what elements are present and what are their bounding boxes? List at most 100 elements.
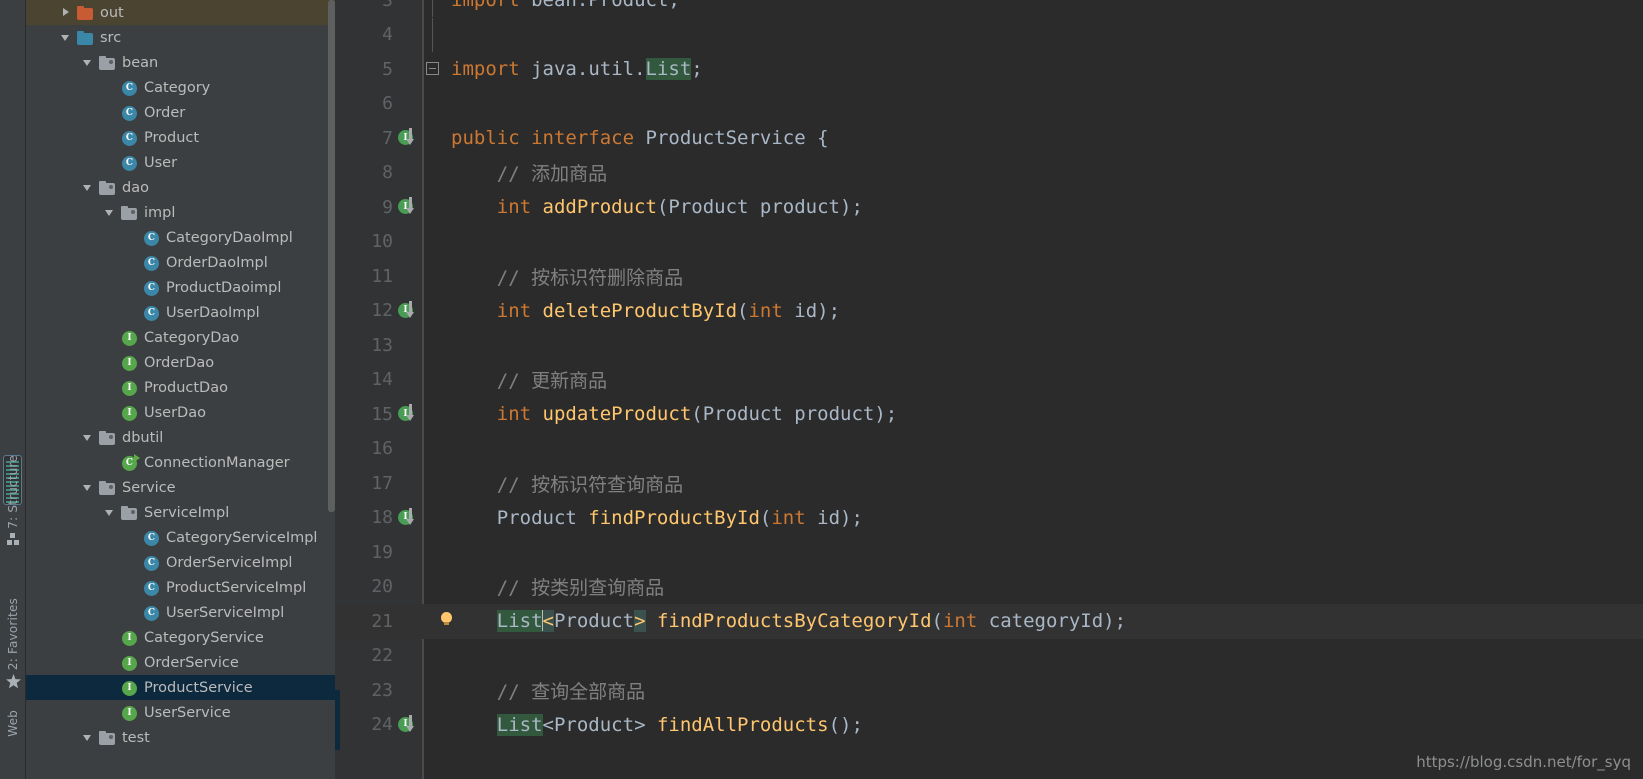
code-line[interactable]: 5 import java.util.List; (335, 52, 1643, 87)
code-line[interactable]: 19 (335, 535, 1643, 570)
code-text[interactable]: // 更新商品 (443, 366, 1643, 393)
code-text[interactable]: public interface ProductService { (443, 127, 1643, 149)
tree-item-serviceimpl[interactable]: ServiceImpl (26, 500, 335, 525)
code-line[interactable]: 6 (335, 87, 1643, 122)
tree-item-categoryserviceimpl[interactable]: C CategoryServiceImpl (26, 525, 335, 550)
code-line[interactable]: 7 Ipublic interface ProductService { (335, 121, 1643, 156)
line-number: 17 (371, 472, 393, 494)
code-text[interactable]: int updateProduct(Product product); (443, 403, 1643, 425)
code-text[interactable]: List<Product> findAllProducts(); (443, 713, 1643, 736)
code-text[interactable]: // 按标识符删除商品 (443, 263, 1643, 290)
tool-window-button-web[interactable]: Web (0, 710, 26, 737)
code-text[interactable]: int addProduct(Product product); (443, 196, 1643, 218)
chevron-down-icon[interactable] (82, 731, 95, 744)
gutter-empty (397, 368, 423, 392)
code-line[interactable]: 13 (335, 328, 1643, 363)
code-line[interactable]: 10 (335, 225, 1643, 260)
code-text[interactable]: // 添加商品 (443, 159, 1643, 186)
fold-collapse-icon[interactable] (423, 52, 443, 86)
intention-bulb-icon[interactable] (441, 612, 452, 626)
tree-item-userdaoimpl[interactable]: C UserDaoImpl (26, 300, 335, 325)
chevron-down-icon[interactable] (82, 56, 95, 69)
code-text[interactable]: // 按类别查询商品 (443, 573, 1643, 600)
implemented-marker-icon[interactable]: I (397, 506, 423, 530)
tree-item-orderserviceimpl[interactable]: C OrderServiceImpl (26, 550, 335, 575)
fold-gutter (423, 501, 443, 535)
fold-region-line[interactable] (423, 0, 443, 18)
code-line[interactable]: 15 I int updateProduct(Product product); (335, 397, 1643, 432)
chevron-down-icon[interactable] (60, 31, 73, 44)
tree-item-categoryservice[interactable]: I CategoryService (26, 625, 335, 650)
chevron-down-icon[interactable] (82, 431, 95, 444)
code-line[interactable]: 9I int addProduct(Product product); (335, 190, 1643, 225)
chevron-down-icon[interactable] (82, 481, 95, 494)
tree-item-productdaoimpl[interactable]: C ProductDaoimpl (26, 275, 335, 300)
tree-item-dbutil[interactable]: dbutil (26, 425, 335, 450)
tree-item-orderdaoimpl[interactable]: C OrderDaoImpl (26, 250, 335, 275)
code-line[interactable]: 22 (335, 639, 1643, 674)
code-text[interactable]: // 查询全部商品 (443, 677, 1643, 704)
code-editor[interactable]: 3 import bean.Product; 4 5 import java.util.… (335, 0, 1643, 779)
tree-item-label: Category (144, 79, 211, 96)
tree-item-user[interactable]: C User (26, 150, 335, 175)
intention-bulb-icon[interactable] (397, 609, 423, 633)
tree-item-dao[interactable]: dao (26, 175, 335, 200)
implemented-marker-icon[interactable]: I (397, 713, 423, 737)
code-text[interactable]: import java.util.List; (443, 58, 1643, 81)
chevron-down-icon[interactable] (82, 181, 95, 194)
tree-item-userserviceimpl[interactable]: C UserServiceImpl (26, 600, 335, 625)
project-tree[interactable]: out src bean C Category C Order C Product C User da… (26, 0, 335, 750)
code-line[interactable]: 20 // 按类别查询商品 (335, 570, 1643, 605)
code-line[interactable]: 4 (335, 17, 1643, 53)
class-icon: C (142, 580, 161, 596)
project-tool-window[interactable]: out src bean C Category C Order C Product C User da… (26, 0, 335, 779)
tree-item-userservice[interactable]: I UserService (26, 700, 335, 725)
implemented-marker-icon[interactable]: I (397, 299, 423, 323)
tree-item-out[interactable]: out (26, 0, 335, 25)
tree-item-product[interactable]: C Product (26, 125, 335, 150)
tree-item-connectionmanager[interactable]: C ConnectionManager (26, 450, 335, 475)
tool-window-button-favorites[interactable]: 2: Favorites (0, 598, 26, 692)
code-lines[interactable]: 3 import bean.Product; 4 5 import java.util.… (335, 0, 1643, 779)
code-line[interactable]: 24 I List<Product> findAllProducts(); (335, 708, 1643, 743)
tree-item-impl[interactable]: impl (26, 200, 335, 225)
tree-item-src[interactable]: src (26, 25, 335, 50)
code-text[interactable]: // 按标识符查询商品 (443, 470, 1643, 497)
tree-item-categorydao[interactable]: I CategoryDao (26, 325, 335, 350)
chevron-right-icon[interactable] (60, 6, 73, 19)
tree-item-categorydaoimpl[interactable]: C CategoryDaoImpl (26, 225, 335, 250)
code-line[interactable]: 14 // 更新商品 (335, 363, 1643, 398)
implemented-marker-icon[interactable]: I (397, 126, 423, 150)
code-text[interactable]: List<Product> findProductsByCategoryId(i… (443, 610, 1643, 633)
code-line[interactable]: 8 // 添加商品 (335, 156, 1643, 191)
code-line[interactable]: 11 // 按标识符删除商品 (335, 259, 1643, 294)
code-line[interactable]: 16 (335, 432, 1643, 467)
tree-item-test[interactable]: test (26, 725, 335, 750)
tree-item-category[interactable]: C Category (26, 75, 335, 100)
code-text[interactable]: import bean.Product; (443, 0, 1643, 11)
code-line[interactable]: 23 // 查询全部商品 (335, 673, 1643, 708)
tree-item-service[interactable]: Service (26, 475, 335, 500)
code-text[interactable]: int deleteProductById(int id); (443, 300, 1643, 322)
tree-item-orderservice[interactable]: I OrderService (26, 650, 335, 675)
tree-item-bean[interactable]: bean (26, 50, 335, 75)
tree-item-label: OrderDaoImpl (166, 254, 268, 271)
tree-item-order[interactable]: C Order (26, 100, 335, 125)
chevron-down-icon[interactable] (104, 206, 117, 219)
tree-item-orderdao[interactable]: I OrderDao (26, 350, 335, 375)
tool-window-button-structure[interactable]: 7: Structure (0, 455, 26, 549)
tree-item-userdao[interactable]: I UserDao (26, 400, 335, 425)
code-text[interactable]: Product findProductById(int id); (443, 507, 1643, 529)
code-line[interactable]: 18 I Product findProductById(int id); (335, 501, 1643, 536)
tree-item-productserviceimpl[interactable]: C ProductServiceImpl (26, 575, 335, 600)
code-line[interactable]: 3 import bean.Product; (335, 0, 1643, 18)
tree-item-productservice[interactable]: I ProductService (26, 675, 335, 700)
project-tree-scrollbar[interactable] (328, 0, 335, 512)
code-line[interactable]: 12 I int deleteProductById(int id); (335, 294, 1643, 329)
tree-item-productdao[interactable]: I ProductDao (26, 375, 335, 400)
code-line[interactable]: 17 // 按标识符查询商品 (335, 466, 1643, 501)
implemented-marker-icon[interactable]: I (397, 402, 423, 426)
code-line[interactable]: 21 List<Product> findProductsByCategoryI… (335, 604, 1643, 639)
chevron-down-icon[interactable] (104, 506, 117, 519)
implemented-marker-icon[interactable]: I (397, 195, 423, 219)
